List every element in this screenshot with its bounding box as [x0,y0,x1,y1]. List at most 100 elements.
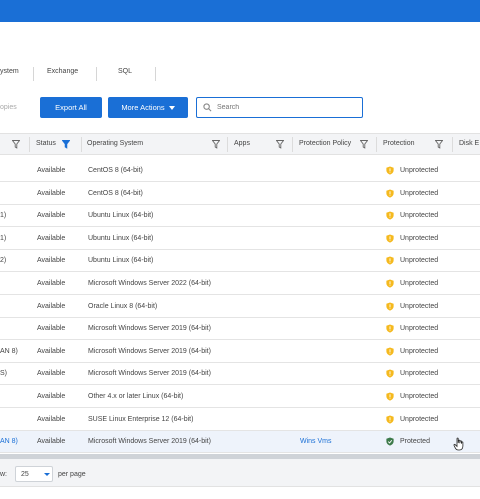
search-input[interactable] [217,104,347,111]
status-value: Available [37,393,66,400]
filter-icon[interactable] [360,140,368,149]
export-all-button[interactable]: Export All [40,97,102,118]
search-box[interactable] [196,97,363,118]
column-divider [81,137,82,152]
pagination-footer: w: 25 per page [0,459,480,487]
page-header [0,22,480,62]
filter-icon[interactable] [212,140,220,149]
vm-name[interactable]: 1) [0,212,6,219]
vm-name[interactable]: 1) [0,235,6,242]
warning-shield-icon [386,392,394,401]
tab-divider [96,67,97,81]
top-app-bar [0,0,480,22]
os-value: Oracle Linux 8 (64-bit) [88,302,158,310]
status-value: Available [37,347,66,355]
os-value: Microsoft Windows Server 2019 (64-bit) [88,370,211,378]
status-value: Available [37,325,66,333]
check-shield-icon [386,437,394,446]
vm-name[interactable]: AN 8) [0,438,18,445]
os-value: CentOS 8 (64-bit) [88,167,143,174]
column-divider [29,137,30,152]
tab-exchange[interactable]: Exchange [47,68,78,75]
table-row[interactable]: Available SUSE Linux Enterprise 12 (64-bi… [0,409,480,431]
protection-status: Unprotected [400,370,439,378]
export-all-label: Export All [55,103,87,112]
column-header-protection-policy[interactable]: Protection Policy [299,140,351,147]
status-value: Available [37,302,66,310]
tab-divider [33,67,34,81]
tab-file-system[interactable]: ystem [0,68,19,75]
os-value: Ubuntu Linux (64-bit) [88,212,154,220]
warning-shield-icon [386,166,394,175]
tab-sql[interactable]: SQL [118,68,132,75]
copies-button[interactable]: opies [0,104,17,111]
rows-per-page-label: w: [0,471,7,478]
status-value: Available [37,234,66,242]
column-header-disk[interactable]: Disk E [459,140,479,147]
table-row[interactable]: S) Available Microsoft Windows Server 2019… [0,363,480,386]
vm-name[interactable]: S) [0,370,7,377]
table-row[interactable]: 1) Available Ubuntu Linux (64-bit) Unprotec… [0,228,480,250]
table-header: Status Operating System Apps Protection … [0,133,480,155]
filter-icon[interactable] [276,140,284,149]
os-value: Microsoft Windows Server 2019 (64-bit) [88,325,211,333]
table-row[interactable]: Available CentOS 8 (64-bit) Unprotected [0,183,480,205]
status-value: Available [37,370,66,378]
protection-status: Unprotected [400,393,439,400]
warning-shield-icon [386,347,394,356]
warning-shield-icon [386,369,394,379]
os-value: Ubuntu Linux (64-bit) [88,234,154,242]
table-row[interactable]: AN 8) Available Microsoft Windows Server 2… [0,431,480,454]
protection-policy-link[interactable]: Wins Vms [300,438,332,445]
table-row[interactable]: Available Microsoft Windows Server 2019 (… [0,318,480,341]
os-value: CentOS 8 (64-bit) [88,189,143,197]
protection-status: Unprotected [400,415,439,423]
protection-status: Unprotected [400,325,439,333]
protection-status: Unprotected [400,257,439,265]
rows-per-page-value: 25 [21,471,29,478]
column-header-protection[interactable]: Protection [383,140,415,147]
status-value: Available [37,415,66,423]
table-row[interactable]: Available Microsoft Windows Server 2022 (… [0,273,480,295]
status-value: Available [37,167,66,174]
more-actions-button[interactable]: More Actions [108,97,188,118]
warning-shield-icon [386,211,394,220]
warning-shield-icon [386,302,394,311]
warning-shield-icon [386,234,394,243]
column-divider [292,137,293,152]
table-row[interactable]: Available Other 4.x or later Linux (64-bi… [0,386,480,408]
os-value: Microsoft Windows Server 2019 (64-bit) [88,438,211,446]
os-value: Microsoft Windows Server 2022 (64-bit) [88,280,211,287]
table-row[interactable]: 2) Available Ubuntu Linux (64-bit) Unprotec… [0,250,480,273]
status-value: Available [37,280,66,287]
filter-icon[interactable] [12,140,20,149]
more-actions-label: More Actions [121,103,165,112]
column-divider [376,137,377,152]
filter-icon[interactable] [435,140,443,149]
search-icon [203,103,212,112]
status-value: Available [37,212,66,220]
column-header-status[interactable]: Status [36,140,56,147]
os-value: SUSE Linux Enterprise 12 (64-bit) [88,415,194,423]
tab-divider [155,67,156,81]
protection-status: Unprotected [400,302,439,310]
vm-name[interactable]: AN 8) [0,348,18,355]
protection-status: Unprotected [400,212,439,220]
table-row[interactable]: AN 8) Available Microsoft Windows Server 2… [0,341,480,363]
column-header-os[interactable]: Operating System [87,140,143,147]
filter-active-icon[interactable] [62,140,70,149]
mouse-cursor-icon [453,437,464,451]
warning-shield-icon [386,415,394,424]
table-row[interactable]: Available Oracle Linux 8 (64-bit) Unprotec… [0,296,480,318]
chevron-down-icon [44,473,50,476]
warning-shield-icon [386,324,394,333]
column-divider [452,137,453,152]
protection-status: Unprotected [400,347,439,355]
warning-shield-icon [386,189,394,198]
vm-name[interactable]: 2) [0,257,6,264]
os-value: Ubuntu Linux (64-bit) [88,257,154,265]
column-header-apps[interactable]: Apps [234,140,250,147]
table-row[interactable]: Available CentOS 8 (64-bit) Unprotected [0,160,480,182]
table-row[interactable]: 1) Available Ubuntu Linux (64-bit) Unprotec… [0,205,480,228]
status-value: Available [37,189,66,197]
